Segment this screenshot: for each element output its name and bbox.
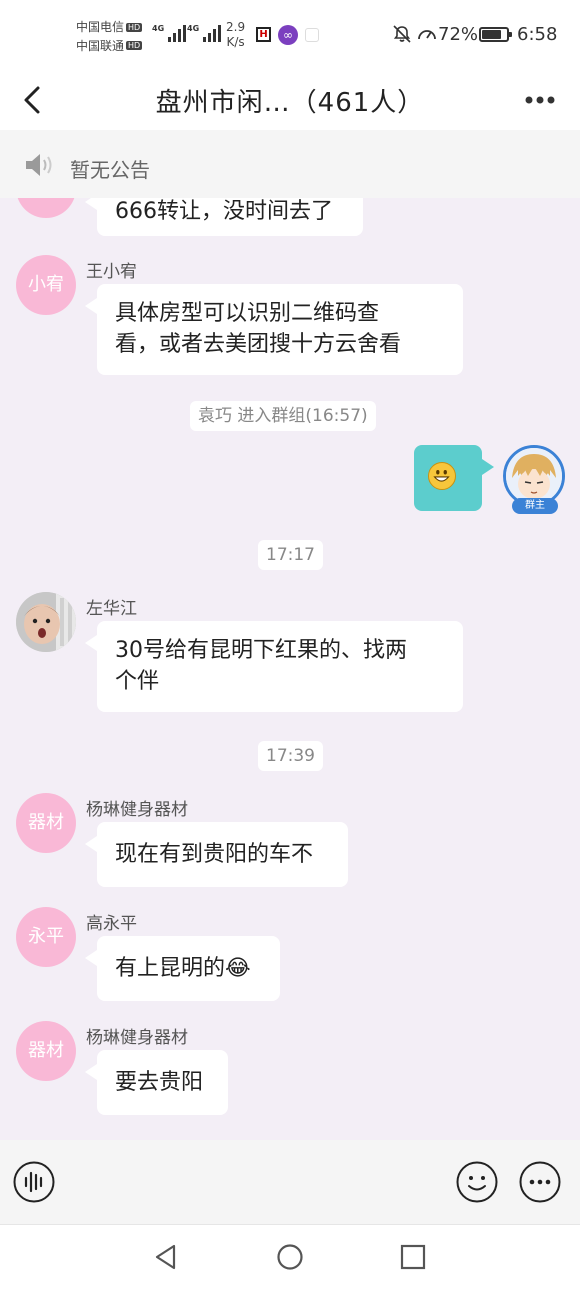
speaker-icon bbox=[26, 154, 52, 176]
avatar[interactable] bbox=[16, 198, 76, 218]
message-text: 666转让，没时间去了 bbox=[115, 199, 333, 224]
signal-icon-1: 4G bbox=[152, 24, 187, 42]
title-bar: 盘州市闲…（461人） bbox=[0, 70, 580, 130]
carrier-1: 中国电信 bbox=[76, 20, 125, 34]
status-bar: 中国电信 HD 中国联通 HD 4G 4G 2.9 K/s H ∞ 72% 6:58 bbox=[0, 0, 580, 70]
message-bubble[interactable]: 666转让，没时间去了 bbox=[85, 198, 363, 236]
message-text: 现在有到贵阳的车不 bbox=[115, 842, 314, 867]
message-bubble[interactable]: 有上昆明的😂 bbox=[85, 936, 280, 1001]
smiley-icon[interactable] bbox=[455, 1160, 499, 1204]
input-bar bbox=[0, 1140, 580, 1224]
voice-input-icon[interactable] bbox=[12, 1160, 56, 1204]
battery-percent: 72% bbox=[438, 24, 479, 45]
message-text: 要去贵阳 bbox=[115, 1070, 204, 1095]
speed-value: 2.9 bbox=[226, 20, 246, 34]
timestamp: 17:39 bbox=[258, 741, 323, 771]
more-options-icon[interactable] bbox=[520, 86, 560, 114]
message-input[interactable] bbox=[70, 1152, 440, 1212]
avatar[interactable]: 器材 bbox=[16, 1021, 76, 1081]
speedometer-icon bbox=[418, 30, 436, 40]
speed-unit: K/s bbox=[226, 35, 245, 49]
network-type-1: 4G bbox=[152, 24, 165, 33]
sender-name: 杨琳健身器材 bbox=[86, 1028, 188, 1048]
system-nav-bar bbox=[0, 1224, 580, 1289]
network-speed: 2.9 K/s bbox=[226, 20, 245, 50]
announcement-text: 暂无公告 bbox=[70, 158, 150, 182]
sender-name: 王小宥 bbox=[86, 262, 137, 282]
message-list[interactable]: 666转让，没时间去了 小宥 王小宥 具体房型可以识别二维码查 看，或者去美团搜… bbox=[0, 198, 580, 1140]
hd-badge-2: HD bbox=[126, 41, 143, 50]
carrier-2: 中国联通 bbox=[76, 38, 125, 53]
sender-name: 高永平 bbox=[86, 914, 137, 934]
nav-back-icon[interactable] bbox=[152, 1243, 180, 1271]
bell-muted-icon bbox=[393, 25, 411, 43]
avatar[interactable]: 小宥 bbox=[16, 255, 76, 315]
timestamp: 17:17 bbox=[258, 540, 323, 570]
nav-recent-apps-icon[interactable] bbox=[400, 1244, 426, 1270]
faint-app-icon bbox=[305, 28, 319, 42]
hd-badge-1: HD bbox=[126, 22, 143, 32]
sender-name: 左华江 bbox=[86, 599, 137, 619]
message-text-line-2: 看，或者去美团搜十方云舍看 bbox=[115, 332, 402, 357]
chat-screen: 中国电信 HD 中国联通 HD 4G 4G 2.9 K/s H ∞ 72% 6:58 bbox=[0, 0, 580, 1289]
message-text-line-1: 30号给有昆明下红果的、找两 bbox=[115, 638, 407, 663]
system-notice: 袁巧 进入群组(16:57) bbox=[190, 401, 376, 431]
message-text-line-2: 个伴 bbox=[115, 669, 160, 694]
group-owner-badge: 群主 bbox=[512, 498, 558, 514]
loop-app-icon: ∞ bbox=[278, 25, 298, 45]
battery-icon bbox=[479, 27, 512, 42]
sender-name: 杨琳健身器材 bbox=[86, 800, 188, 820]
carrier-info: 中国电信 HD 中国联通 HD bbox=[76, 18, 143, 55]
photo-avatar[interactable] bbox=[16, 592, 76, 652]
more-actions-icon[interactable] bbox=[518, 1160, 562, 1204]
signal-icon-2: 4G bbox=[187, 24, 222, 42]
avatar[interactable]: 器材 bbox=[16, 793, 76, 853]
message-text-line-1: 具体房型可以识别二维码查 bbox=[115, 301, 380, 326]
avatar[interactable]: 永平 bbox=[16, 907, 76, 967]
nav-home-icon[interactable] bbox=[276, 1243, 304, 1271]
network-type-2: 4G bbox=[187, 24, 200, 33]
chat-title: 盘州市闲…（461人） bbox=[155, 88, 425, 118]
message-bubble[interactable]: 具体房型可以识别二维码查 看，或者去美团搜十方云舍看 bbox=[85, 284, 463, 375]
grinning-emoji-icon bbox=[428, 462, 456, 490]
message-bubble[interactable]: 要去贵阳 bbox=[85, 1050, 228, 1115]
message-bubble[interactable]: 30号给有昆明下红果的、找两 个伴 bbox=[85, 621, 463, 712]
message-text: 有上昆明的😂 bbox=[115, 956, 251, 981]
message-bubble[interactable]: 现在有到贵阳的车不 bbox=[85, 822, 348, 887]
clock: 6:58 bbox=[517, 24, 558, 45]
h-app-icon: H bbox=[256, 27, 271, 42]
announcement-bar[interactable]: 暂无公告 bbox=[0, 130, 580, 198]
